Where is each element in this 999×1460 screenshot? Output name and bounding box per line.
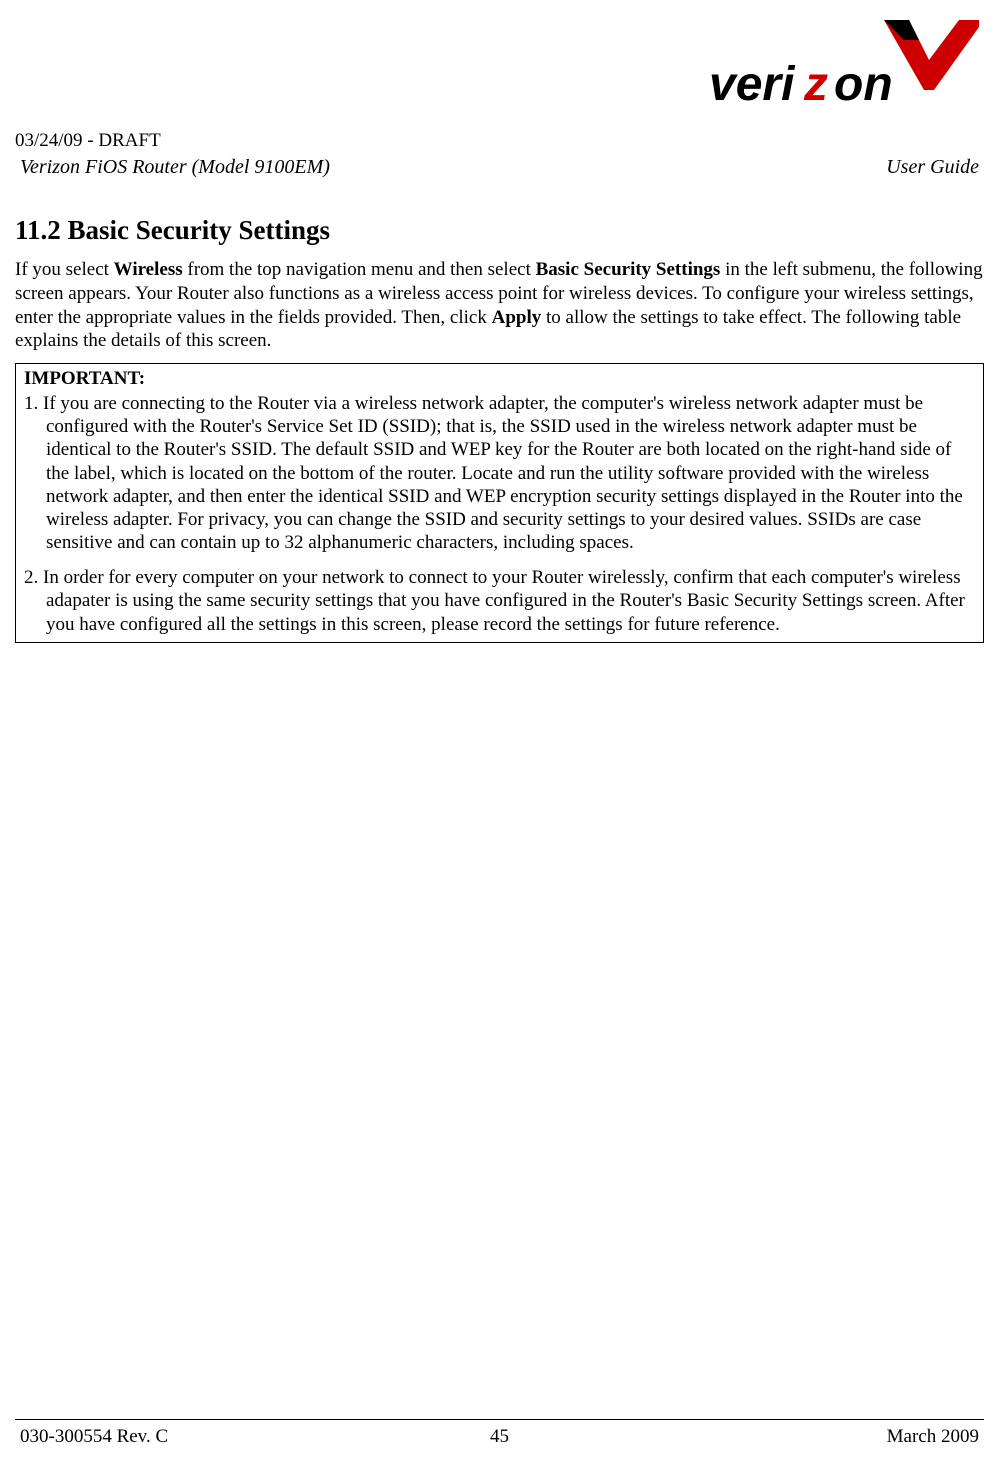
important-box: IMPORTANT: 1. If you are connecting to t… xyxy=(15,363,984,643)
important-item-2: 2. In order for every computer on your n… xyxy=(24,566,975,636)
para-text: If you select xyxy=(15,259,114,280)
svg-text:z: z xyxy=(803,58,828,111)
main-paragraph: If you select Wireless from the top navi… xyxy=(15,258,984,353)
footer-row: 030-300554 Rev. C 45 March 2009 xyxy=(20,1426,979,1448)
svg-text:on: on xyxy=(834,58,893,111)
footer-revision: 030-300554 Rev. C xyxy=(20,1426,168,1448)
footer-date: March 2009 xyxy=(887,1426,979,1448)
section-title: 11.2 Basic Security Settings xyxy=(15,215,330,246)
section-number: 11.2 xyxy=(15,215,61,245)
product-name: Verizon FiOS Router (Model 9100EM) xyxy=(20,156,330,179)
header-row: Verizon FiOS Router (Model 9100EM) User … xyxy=(20,156,979,179)
footer-divider xyxy=(15,1419,984,1420)
page-number: 45 xyxy=(490,1426,509,1448)
draft-date: 03/24/09 - DRAFT xyxy=(15,130,161,152)
important-item-1: 1. If you are connecting to the Router v… xyxy=(24,392,975,554)
important-heading: IMPORTANT: xyxy=(24,368,975,390)
para-bold-apply: Apply xyxy=(492,307,542,328)
para-bold-basic-security: Basic Security Settings xyxy=(536,259,721,280)
guide-label: User Guide xyxy=(886,156,979,179)
para-text: from the top navigation menu and then se… xyxy=(183,259,536,280)
svg-text:veri: veri xyxy=(709,58,796,111)
section-name: Basic Security Settings xyxy=(68,215,331,245)
verizon-logo: veri z on xyxy=(709,20,979,115)
para-bold-wireless: Wireless xyxy=(114,259,183,280)
